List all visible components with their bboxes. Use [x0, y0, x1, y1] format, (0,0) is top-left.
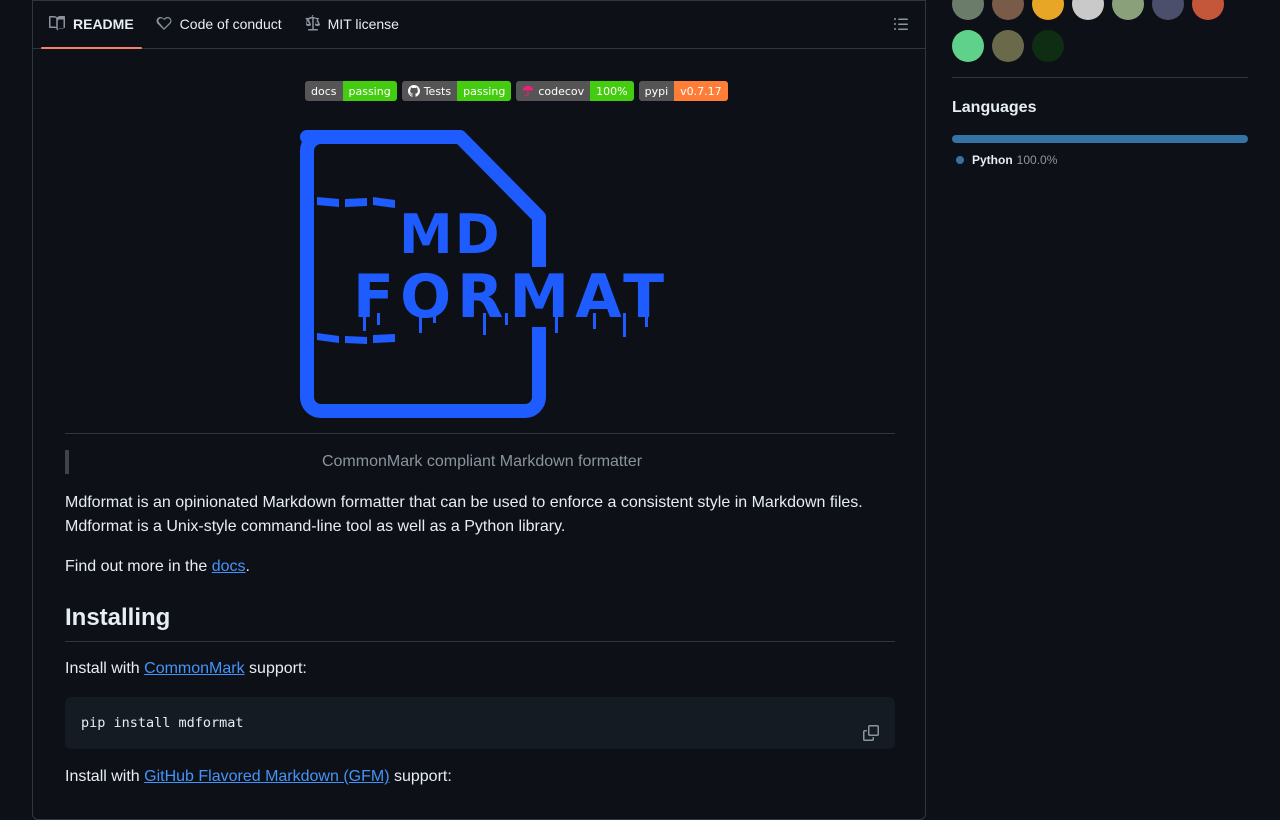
install-commonmark-paragraph: Install with CommonMark support: — [65, 657, 895, 681]
copy-icon — [863, 725, 879, 745]
badge-status: 100% — [590, 81, 634, 101]
badge-label: codecov — [538, 84, 585, 98]
umbrella-icon — [523, 85, 534, 97]
docs-prefix: Find out more in the — [65, 558, 212, 575]
github-icon — [407, 85, 420, 97]
tab-code-of-conduct-label: Code of conduct — [179, 16, 282, 32]
install-gfm-paragraph: Install with GitHub Flavored Markdown (G… — [65, 765, 895, 789]
install2-suffix: support: — [389, 768, 452, 785]
install1-prefix: Install with — [65, 660, 145, 677]
tab-license-label: MIT license — [327, 16, 399, 32]
badge-row: docs passing Tests passing codecov 100% … — [305, 81, 728, 101]
contributor-avatar[interactable] — [992, 0, 1024, 20]
badge-status: passing — [457, 81, 512, 101]
badge-label-wrap: codecov — [516, 81, 591, 101]
sidebar-divider — [952, 77, 1248, 78]
contributor-avatar[interactable] — [1112, 0, 1144, 20]
badge-label: docs — [305, 81, 343, 101]
readme-tabbar: README Code of conduct MIT license — [33, 0, 925, 49]
commonmark-link[interactable]: CommonMark — [144, 660, 244, 677]
tagline-quote: CommonMark compliant Markdown formatter — [65, 450, 895, 474]
list-unordered-icon — [893, 18, 909, 36]
codecov-badge[interactable]: codecov 100% — [516, 81, 634, 101]
badge-label-wrap: Tests — [401, 81, 458, 101]
code-block: pip install mdformat — [65, 697, 895, 749]
badge-status: passing — [342, 81, 397, 101]
contributor-avatar[interactable] — [952, 30, 984, 62]
docs-badge[interactable]: docs passing — [305, 81, 397, 101]
contributor-avatar[interactable] — [1032, 30, 1064, 62]
install1-suffix: support: — [244, 660, 307, 677]
contributor-avatar[interactable] — [992, 30, 1024, 62]
badge-version: v0.7.17 — [674, 81, 728, 101]
languages-heading: Languages — [952, 99, 1037, 116]
gfm-link[interactable]: GitHub Flavored Markdown (GFM) — [144, 768, 389, 785]
pypi-badge[interactable]: pypi v0.7.17 — [638, 81, 728, 101]
outline-button[interactable] — [893, 16, 909, 32]
book-icon — [49, 15, 65, 34]
heart-icon — [156, 15, 172, 34]
language-percent: 100.0% — [1016, 153, 1058, 167]
badge-label: Tests — [423, 84, 452, 98]
copy-button[interactable] — [863, 711, 879, 741]
intro-line-2: Mdformat is a Unix-style command-line to… — [65, 518, 566, 535]
tab-code-of-conduct[interactable]: Code of conduct — [148, 0, 290, 48]
contributor-avatar[interactable] — [952, 0, 984, 20]
tab-readme-label: README — [73, 16, 134, 32]
language-name: Python — [972, 153, 1013, 167]
intro-line-1: Mdformat is an opinionated Markdown form… — [65, 494, 863, 511]
contributor-avatar[interactable] — [1152, 0, 1184, 20]
code-text: pip install mdformat — [81, 715, 244, 731]
contributor-avatar[interactable] — [1032, 0, 1064, 20]
contributor-avatar[interactable] — [1072, 0, 1104, 20]
contributor-avatar[interactable] — [1192, 0, 1224, 20]
intro-paragraph: Mdformat is an opinionated Markdown form… — [65, 491, 895, 539]
law-icon — [304, 14, 320, 34]
docs-link[interactable]: docs — [212, 558, 246, 575]
readme-panel: README Code of conduct MIT license docs … — [32, 0, 926, 820]
language-bar — [952, 135, 1248, 143]
language-color-dot — [956, 156, 964, 164]
docs-paragraph: Find out more in the docs. — [65, 555, 895, 579]
mdformat-logo: MD FORMAT — [300, 130, 673, 418]
logo-divider — [65, 433, 895, 434]
install2-prefix: Install with — [65, 768, 145, 785]
tab-readme[interactable]: README — [41, 0, 142, 49]
installing-heading: Installing — [65, 602, 895, 642]
badge-label: pypi — [638, 81, 675, 101]
language-python[interactable]: Python 100.0% — [952, 152, 1057, 168]
tab-license[interactable]: MIT license — [296, 0, 407, 48]
tests-badge[interactable]: Tests passing — [401, 81, 512, 101]
logo-md-text: MD — [399, 203, 502, 266]
docs-suffix: . — [245, 558, 250, 575]
